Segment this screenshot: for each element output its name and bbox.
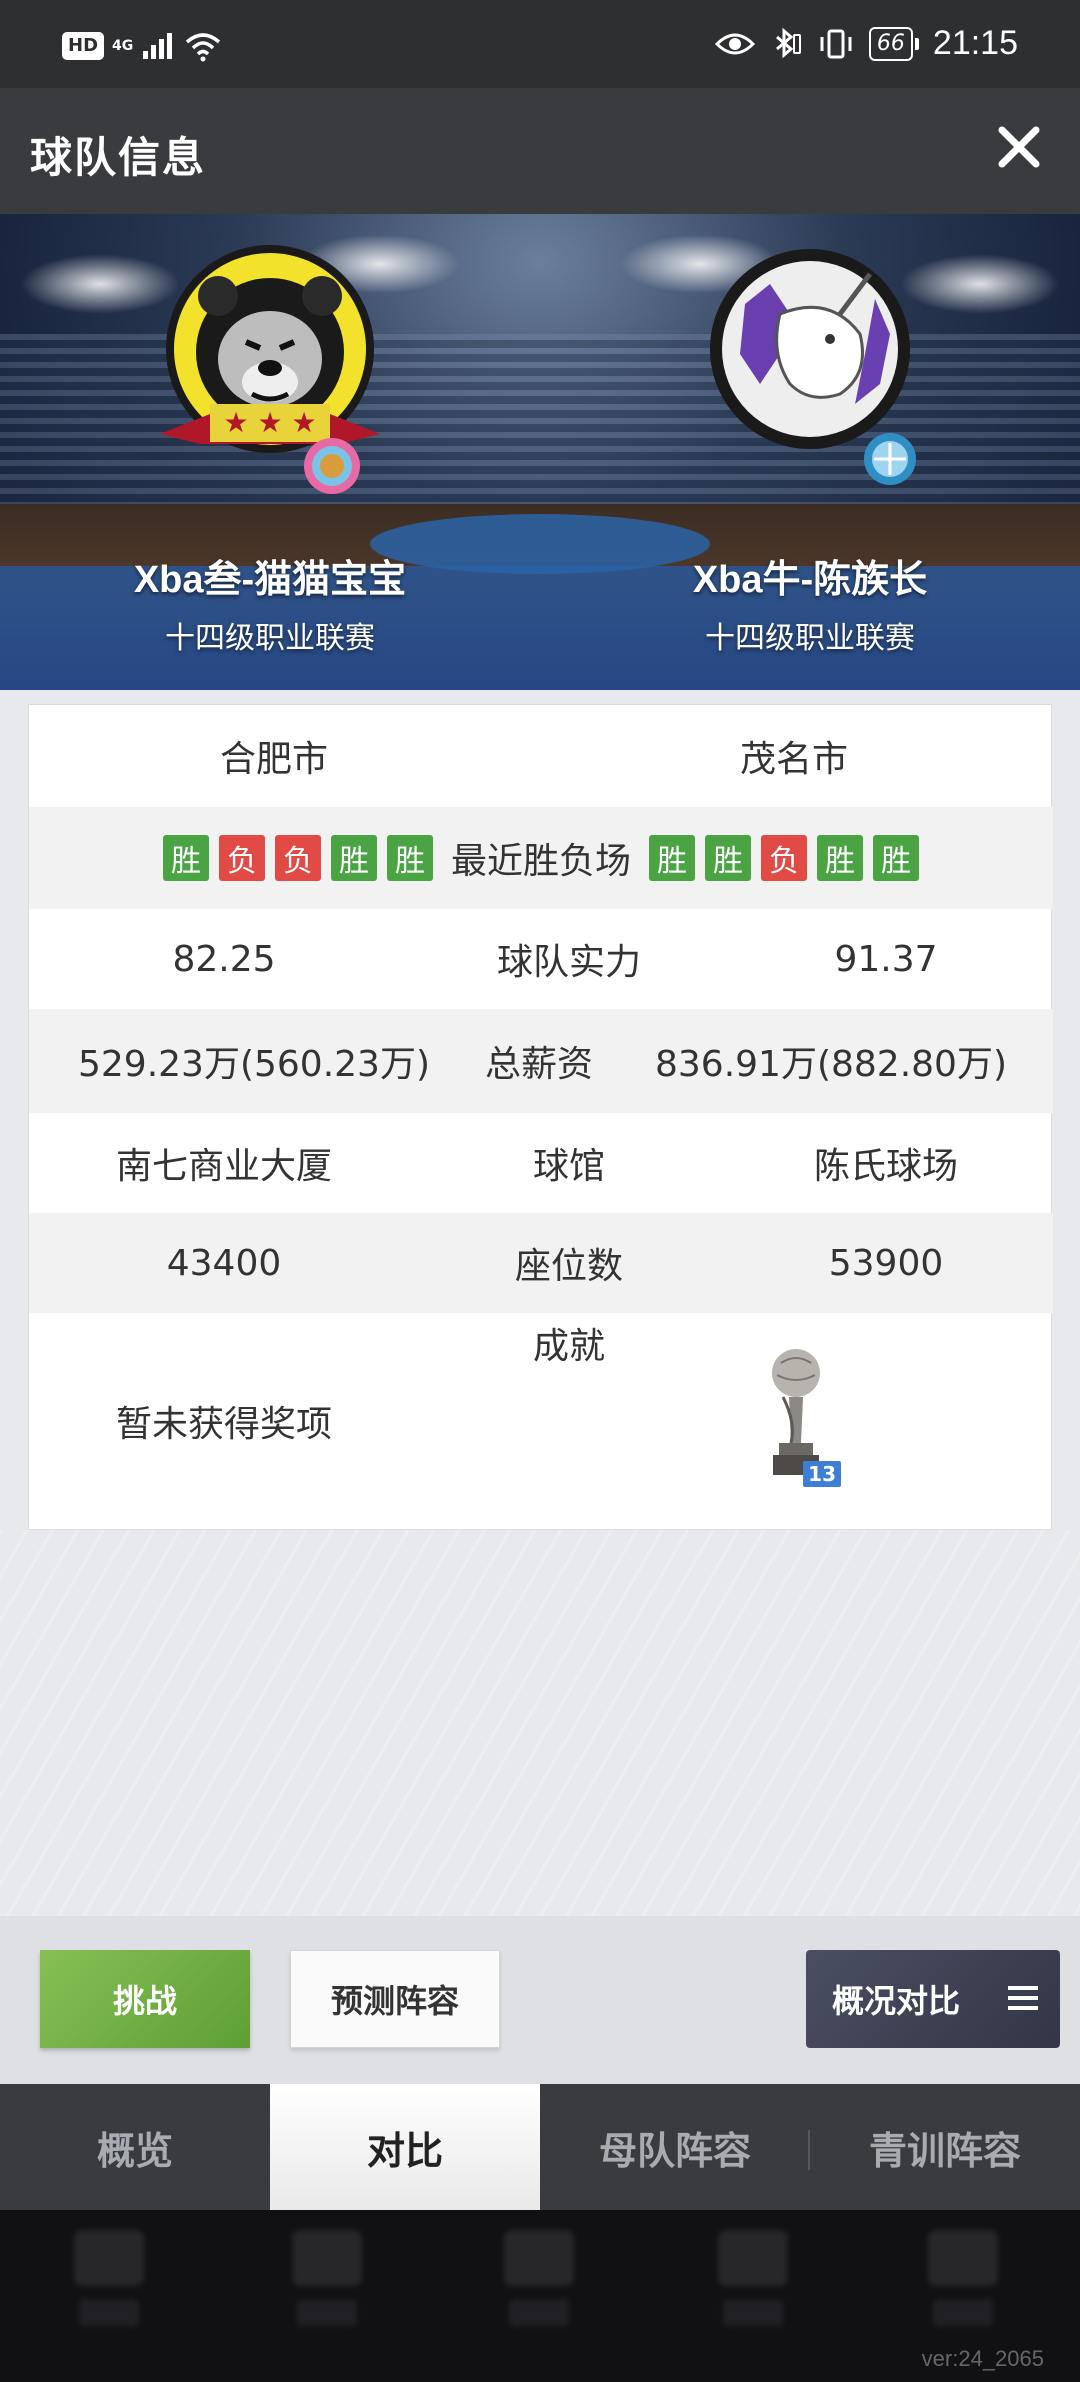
home-team[interactable]: ★ ★ ★ Xba叁-猫猫宝宝 十四级职业联赛 bbox=[100, 244, 440, 657]
bottom-nav-item bbox=[64, 2230, 154, 2350]
bottom-nav-overlay: ver:24_2065 bbox=[0, 2210, 1080, 2382]
version-label: ver:24_2065 bbox=[921, 2346, 1044, 2371]
seats-row: 43400 座位数 53900 bbox=[29, 1213, 1053, 1313]
bluetooth-icon bbox=[775, 27, 801, 58]
home-form-badge: 负 bbox=[274, 835, 321, 881]
tab-compare[interactable]: 对比 bbox=[270, 2084, 540, 2210]
signal-icon bbox=[143, 33, 173, 59]
home-strength: 82.25 bbox=[172, 938, 276, 980]
background-pattern bbox=[0, 1530, 1080, 1916]
home-seats: 43400 bbox=[166, 1242, 282, 1284]
away-strength: 91.37 bbox=[834, 938, 938, 980]
bottom-nav-item bbox=[918, 2230, 1008, 2350]
challenge-button[interactable]: 挑战 bbox=[40, 1950, 250, 2048]
away-arena: 陈氏球场 bbox=[813, 1146, 958, 1187]
tab-parent-roster[interactable]: 母队阵容 bbox=[540, 2084, 810, 2210]
status-right: 66 21:15 bbox=[714, 24, 1018, 63]
bottom-nav-item bbox=[708, 2230, 798, 2350]
tab-compare-label: 对比 bbox=[366, 2128, 443, 2173]
home-salary: 529.23万(560.23万) bbox=[77, 1044, 431, 1085]
overview-compare-button[interactable]: 概况对比 bbox=[806, 1950, 1060, 2048]
away-team-league: 十四级职业联赛 bbox=[705, 621, 915, 656]
clock: 21:15 bbox=[932, 24, 1018, 62]
battery-tip bbox=[914, 37, 919, 50]
home-arena: 南七商业大厦 bbox=[115, 1146, 332, 1187]
network-type: 4G bbox=[112, 38, 134, 54]
comparison-table: 合肥市 茂名市 胜 负 负 胜 胜 最近胜负场 胜 胜 负 胜 胜 82.25 … bbox=[28, 704, 1053, 1530]
tab-youth-roster[interactable]: 青训阵容 bbox=[810, 2084, 1080, 2210]
away-form-badge: 胜 bbox=[817, 835, 863, 881]
home-team-logo[interactable]: ★ ★ ★ bbox=[100, 244, 440, 544]
city-row: 合肥市 茂名市 bbox=[29, 705, 1053, 807]
home-city: 合肥市 bbox=[219, 739, 328, 780]
tab-youth-roster-label: 青训阵容 bbox=[868, 2128, 1021, 2173]
home-team-league: 十四级职业联赛 bbox=[165, 621, 375, 656]
away-form-badge: 胜 bbox=[705, 835, 751, 881]
status-left: HD 4G bbox=[62, 30, 223, 62]
home-form-badge: 胜 bbox=[386, 835, 433, 881]
wifi-icon bbox=[186, 33, 221, 62]
away-trophy[interactable]: 13 bbox=[761, 1343, 841, 1493]
away-salary: 836.91万(882.80万) bbox=[654, 1044, 1008, 1085]
home-form-badge: 胜 bbox=[330, 835, 377, 881]
away-form-badge: 胜 bbox=[873, 835, 919, 881]
away-team-name: Xba牛-陈族长 bbox=[692, 559, 928, 601]
bottom-nav-item bbox=[494, 2230, 584, 2350]
home-achievements: 暂未获得奖项 bbox=[115, 1404, 332, 1445]
tab-overview-label: 概览 bbox=[96, 2128, 173, 2173]
away-form-badge: 胜 bbox=[649, 835, 695, 881]
achievements-row: 暂未获得奖项 成就 bbox=[29, 1313, 1053, 1529]
seats-label: 座位数 bbox=[514, 1246, 623, 1287]
bottom-nav-item bbox=[282, 2230, 372, 2350]
away-form-badge: 负 bbox=[761, 835, 807, 881]
recent-form-row: 胜 负 负 胜 胜 最近胜负场 胜 胜 负 胜 胜 bbox=[29, 807, 1053, 909]
salary-label: 总薪资 bbox=[484, 1044, 593, 1085]
away-seats: 53900 bbox=[828, 1242, 944, 1284]
home-team-name: Xba叁-猫猫宝宝 bbox=[133, 559, 407, 601]
battery-level: 66 bbox=[868, 26, 913, 61]
tab-overview[interactable]: 概览 bbox=[0, 2084, 270, 2210]
action-bar: 挑战 预测阵容 概况对比 bbox=[0, 1916, 1080, 2084]
away-city: 茂名市 bbox=[739, 739, 848, 780]
battery-indicator: 66 bbox=[868, 26, 919, 61]
hd-badge: HD bbox=[62, 32, 105, 60]
eye-icon bbox=[714, 33, 755, 54]
app-header: 球队信息 bbox=[0, 88, 1080, 214]
team-banner: ★ ★ ★ Xba叁-猫猫宝宝 十四级职业联赛 Xba牛-陈族长 十四级职业联赛 bbox=[0, 214, 1080, 690]
away-team-logo[interactable] bbox=[640, 244, 980, 544]
tab-parent-roster-label: 母队阵容 bbox=[598, 2128, 751, 2173]
achievements-label: 成就 bbox=[532, 1326, 605, 1367]
menu-icon bbox=[1008, 1986, 1038, 2010]
away-team[interactable]: Xba牛-陈族长 十四级职业联赛 bbox=[640, 244, 980, 657]
arena-row: 南七商业大厦 球馆 陈氏球场 bbox=[29, 1113, 1053, 1213]
unicorn-logo-icon bbox=[710, 249, 916, 485]
vibrate-icon bbox=[820, 29, 852, 58]
home-form-badge: 负 bbox=[218, 835, 265, 881]
page-title: 球队信息 bbox=[30, 133, 207, 182]
svg-text:★ ★ ★: ★ ★ ★ bbox=[223, 406, 316, 439]
close-icon[interactable] bbox=[994, 122, 1044, 172]
status-bar: HD 4G 66 21:15 bbox=[0, 0, 1080, 88]
overview-compare-label: 概况对比 bbox=[832, 1982, 961, 2020]
salary-row: 529.23万(560.23万) 总薪资 836.91万(882.80万) bbox=[29, 1009, 1053, 1113]
recent-form-label: 最近胜负场 bbox=[450, 841, 631, 882]
home-form-badge: 胜 bbox=[162, 835, 209, 881]
trophy-count: 13 bbox=[803, 1461, 841, 1487]
predict-lineup-button[interactable]: 预测阵容 bbox=[290, 1950, 500, 2048]
bear-logo-icon: ★ ★ ★ bbox=[160, 245, 380, 494]
tab-bar: 概览 对比 母队阵容 青训阵容 bbox=[0, 2084, 1080, 2210]
strength-row: 82.25 球队实力 91.37 bbox=[29, 909, 1053, 1009]
arena-label: 球馆 bbox=[532, 1146, 605, 1187]
strength-label: 球队实力 bbox=[496, 942, 641, 983]
